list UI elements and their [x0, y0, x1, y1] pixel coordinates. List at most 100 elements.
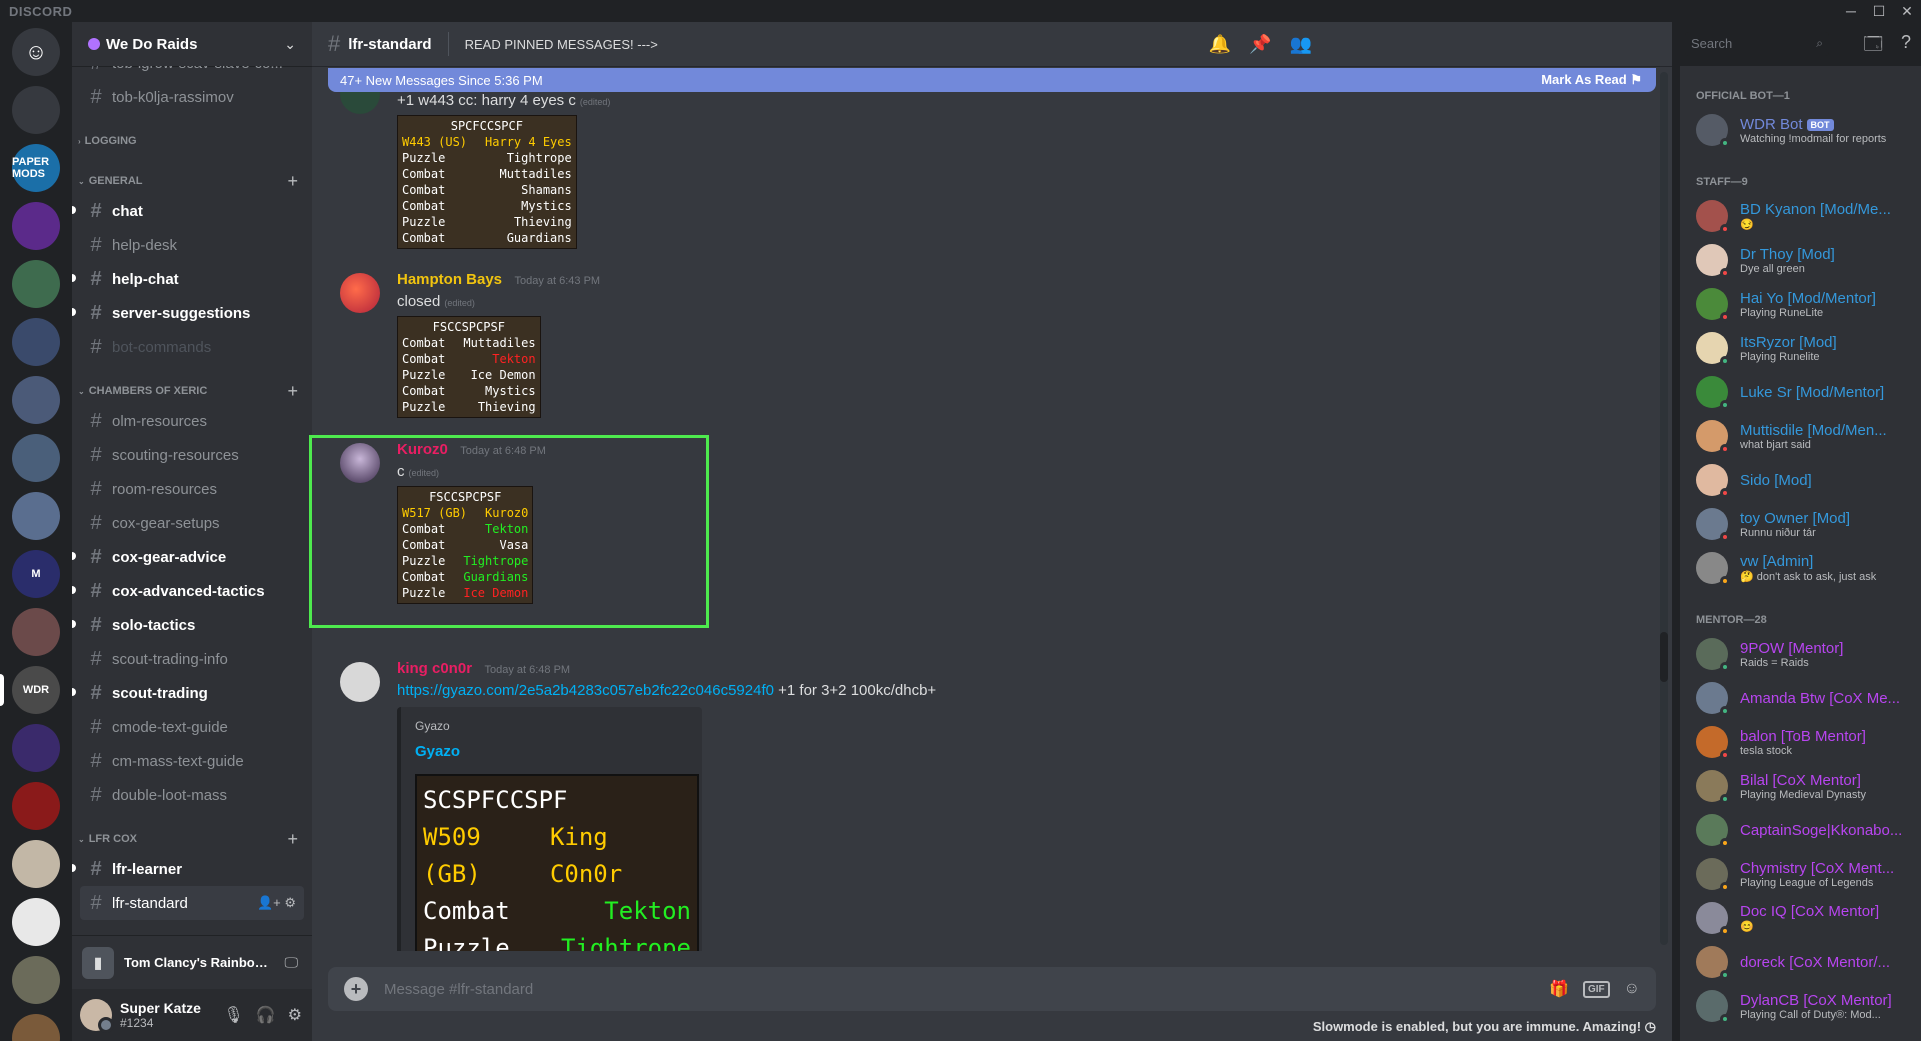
server-icon[interactable]	[12, 724, 60, 772]
message-author[interactable]: king c0n0r	[397, 660, 472, 677]
category-lfr-cox[interactable]: ⌄ LFR COX +	[72, 826, 312, 852]
member-item[interactable]: BD Kyanon [Mod/Me... 😏	[1680, 194, 1921, 238]
member-item[interactable]: WDR Bot BOT Watching !modmail for reports	[1680, 108, 1921, 152]
channel-item[interactable]: # cox-gear-advice	[72, 540, 304, 574]
pin-icon[interactable]: 📌	[1249, 34, 1271, 55]
home-button[interactable]: ☺	[12, 28, 60, 76]
channel-item[interactable]: # help-chat	[72, 262, 304, 296]
channel-item[interactable]: # chat	[72, 194, 304, 228]
scrollbar-thumb[interactable]	[1660, 632, 1668, 682]
add-channel-icon[interactable]: +	[287, 829, 298, 850]
scout-image[interactable]: FSCCSPCPSF Combat Muttadiles Combat Tekton Pu…	[397, 316, 541, 418]
inbox-icon[interactable]: 🗔	[1863, 32, 1883, 62]
channel-item[interactable]: # cox-advanced-tactics	[72, 574, 304, 608]
category-logging[interactable]: › LOGGING	[72, 128, 312, 154]
member-item[interactable]: Amanda Btw [CoX Me...	[1680, 676, 1921, 720]
server-icon[interactable]	[12, 608, 60, 656]
channel-item[interactable]: # help-desk	[80, 228, 304, 262]
emoji-icon[interactable]: ☺	[1624, 980, 1640, 998]
message-author[interactable]: Hampton Bays	[397, 271, 502, 288]
server-icon[interactable]: WDR	[0, 666, 60, 714]
minimize-button[interactable]: ─	[1837, 0, 1865, 22]
close-button[interactable]: ✕	[1893, 0, 1921, 22]
member-item[interactable]: vw [Admin] 🤔 don't ask to ask, just ask	[1680, 546, 1921, 590]
channel-item[interactable]: # room-resources	[80, 472, 304, 506]
member-item[interactable]: doreck [CoX Mentor/...	[1680, 940, 1921, 984]
mark-as-read-button[interactable]: Mark As Read ⚑	[1541, 72, 1642, 88]
member-item[interactable]: ItsRyzor [Mod] Playing Runelite	[1680, 326, 1921, 370]
user-info[interactable]: Super Katze #1234	[120, 1000, 201, 1030]
member-item[interactable]: 9POW [Mentor] Raids = Raids	[1680, 632, 1921, 676]
avatar[interactable]	[340, 273, 380, 313]
microphone-icon[interactable]: 🎙	[223, 1005, 243, 1025]
server-icon[interactable]	[12, 782, 60, 830]
member-item[interactable]: Doc IQ [CoX Mentor] 😊	[1680, 896, 1921, 940]
gif-icon[interactable]: GIF	[1582, 980, 1610, 998]
embed-image[interactable]: SCSPFCCSPF W509 (GB) King C0n0r Combat Tekto…	[415, 774, 699, 951]
member-item[interactable]: balon [ToB Mentor] tesla stock	[1680, 720, 1921, 764]
member-item[interactable]: Luke Sr [Mod/Mentor]	[1680, 370, 1921, 414]
notification-bell-icon[interactable]: 🔔	[1209, 34, 1231, 55]
guild-header[interactable]: We Do Raids ⌄	[72, 22, 312, 66]
member-item[interactable]: Chymistry [CoX Ment... Playing League of …	[1680, 852, 1921, 896]
channel-item[interactable]: # cmode-text-guide	[80, 710, 304, 744]
member-list-icon[interactable]: 👥	[1290, 34, 1312, 55]
server-icon[interactable]	[12, 956, 60, 1004]
channel-item[interactable]: # scout-trading	[72, 676, 304, 710]
avatar[interactable]	[340, 662, 380, 702]
member-item[interactable]: Dr Thoy [Mod] Dye all green	[1680, 238, 1921, 282]
settings-gear-icon[interactable]: ⚙	[288, 1005, 302, 1025]
channel-topic[interactable]: READ PINNED MESSAGES! --->	[465, 37, 658, 52]
upload-plus-icon[interactable]: +	[344, 977, 368, 1001]
server-icon[interactable]	[12, 202, 60, 250]
avatar[interactable]	[80, 999, 114, 1033]
search-input[interactable]: Search ⌕	[1685, 32, 1829, 56]
server-icon[interactable]	[12, 260, 60, 308]
server-icon[interactable]	[12, 840, 60, 888]
channel-item[interactable]: # olm-resources	[80, 404, 304, 438]
scout-image[interactable]: SPCFCCSPCF W443 (US) Harry 4 Eyes Puzzle Tig…	[397, 115, 577, 249]
channel-item[interactable]: # double-loot-mass	[80, 778, 304, 812]
server-icon[interactable]	[12, 434, 60, 482]
add-channel-icon[interactable]: +	[287, 381, 298, 402]
member-item[interactable]: DylanCB [CoX Mentor] Playing Call of Duty…	[1680, 984, 1921, 1028]
maximize-button[interactable]: ☐	[1865, 0, 1893, 22]
server-icon[interactable]	[12, 318, 60, 366]
member-item[interactable]: Muttisdile [Mod/Men... what bjart said	[1680, 414, 1921, 458]
member-item[interactable]: Hai Yo [Mod/Mentor] Playing RuneLite	[1680, 282, 1921, 326]
embed-title[interactable]: Gyazo	[415, 743, 688, 760]
add-channel-icon[interactable]: +	[287, 171, 298, 192]
member-item[interactable]: Sido [Mod]	[1680, 458, 1921, 502]
member-item[interactable]: CaptainSoge|Kkonabo...	[1680, 808, 1921, 852]
channel-item[interactable]: # tob-lgrow-scav-slave-co...	[80, 66, 304, 80]
channel-item[interactable]: # tob-k0lja-rassimov	[80, 80, 304, 114]
channel-item[interactable]: # solo-tactics	[72, 608, 304, 642]
server-icon[interactable]: M	[12, 550, 60, 598]
new-messages-bar[interactable]: 47+ New Messages Since 5:36 PM Mark As R…	[328, 68, 1656, 92]
channel-item[interactable]: # lfr-learner	[72, 852, 304, 886]
server-icon[interactable]	[12, 1014, 60, 1041]
server-icon-friend[interactable]	[12, 86, 60, 134]
channel-item[interactable]: # bot-commands	[80, 330, 304, 364]
scout-image[interactable]: FSCCSPCPSF W517 (GB) Kuroz0 Combat Tekton Com…	[397, 486, 534, 604]
server-icon[interactable]: PAPER MODS	[12, 144, 60, 192]
avatar[interactable]	[340, 443, 380, 483]
channel-item[interactable]: # scouting-resources	[80, 438, 304, 472]
server-icon[interactable]	[12, 492, 60, 540]
channel-item[interactable]: # cox-gear-setups	[80, 506, 304, 540]
category-chambers-of-xeric[interactable]: ⌄ CHAMBERS OF XERIC +	[72, 378, 312, 404]
channel-settings-icon[interactable]: 👤+ ⚙	[257, 895, 296, 911]
go-live-icon[interactable]: 🖵	[285, 954, 299, 971]
message-input[interactable]	[384, 980, 1384, 998]
headphones-icon[interactable]: 🎧	[256, 1005, 276, 1025]
channel-item[interactable]: # server-suggestions	[72, 296, 304, 330]
channel-item[interactable]: # scout-trading-info	[80, 642, 304, 676]
category-general[interactable]: ⌄ GENERAL +	[72, 168, 312, 194]
help-icon[interactable]: ?	[1901, 32, 1911, 62]
server-icon[interactable]	[12, 376, 60, 424]
message-scrollbar[interactable]	[1660, 72, 1668, 945]
chevron-down-icon[interactable]: ⌄	[284, 36, 296, 53]
member-item[interactable]: Bilal [CoX Mentor] Playing Medieval Dynas…	[1680, 764, 1921, 808]
message-author[interactable]: Kuroz0	[397, 441, 448, 458]
message-link[interactable]: https://gyazo.com/2e5a2b4283c057eb2fc22c…	[397, 682, 774, 699]
